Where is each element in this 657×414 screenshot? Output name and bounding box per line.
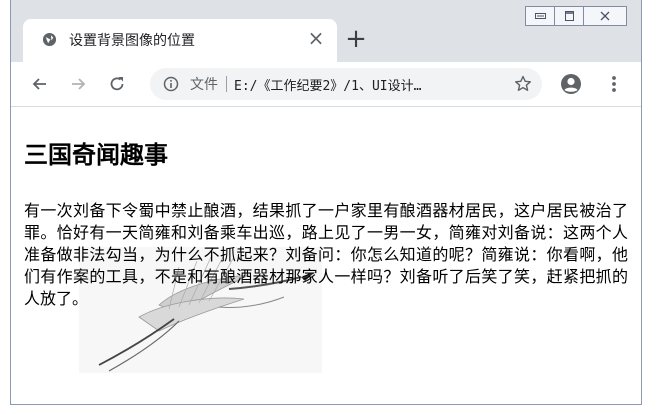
title-bar: 设置背景图像的位置 × + (11, 0, 641, 62)
back-button[interactable] (27, 71, 53, 97)
info-icon[interactable] (163, 76, 179, 92)
star-icon[interactable] (513, 74, 533, 94)
kebab-menu-icon[interactable] (608, 72, 620, 96)
back-arrow-icon (32, 78, 46, 90)
forward-button[interactable] (65, 71, 91, 97)
account-icon[interactable] (559, 72, 583, 96)
minimize-icon (535, 13, 546, 19)
address-scheme-label: 文件 (190, 77, 218, 93)
tab-title: 设置背景图像的位置 (69, 33, 195, 49)
browser-tab[interactable]: 设置背景图像的位置 × (23, 19, 337, 62)
browser-toolbar: 文件 E:/《工作纪要2》/1、UI设计… (11, 62, 641, 107)
minimize-button[interactable] (525, 6, 555, 26)
story-paragraph: 有一次刘备下令蜀中禁止酿酒，结果抓了一户家里有酿酒器材居民，这户居民被治了罪。恰… (24, 201, 628, 308)
maximize-button[interactable] (554, 6, 584, 26)
new-tab-button[interactable]: + (343, 26, 369, 52)
page-content: 三国奇闻趣事 有一次刘备下令蜀中禁止酿酒，结果抓了一户家里有酿酒器材居民，这户居… (11, 107, 641, 403)
address-separator (226, 76, 227, 92)
globe-icon (42, 32, 57, 47)
maximize-icon (565, 11, 574, 21)
reload-icon (110, 77, 124, 91)
forward-arrow-icon (72, 78, 86, 90)
address-url[interactable]: E:/《工作纪要2》/1、UI设计… (234, 75, 421, 94)
page-title: 三国奇闻趣事 (24, 141, 168, 169)
address-bar[interactable]: 文件 E:/《工作纪要2》/1、UI设计… (150, 68, 542, 100)
reload-button[interactable] (104, 71, 130, 97)
browser-window: 设置背景图像的位置 × + 文件 E:/《工作纪要2》/1、UI设计… 三国奇闻… (10, 0, 642, 405)
close-icon (600, 11, 610, 21)
tab-close-button[interactable]: × (305, 27, 327, 49)
close-window-button[interactable] (583, 6, 627, 26)
